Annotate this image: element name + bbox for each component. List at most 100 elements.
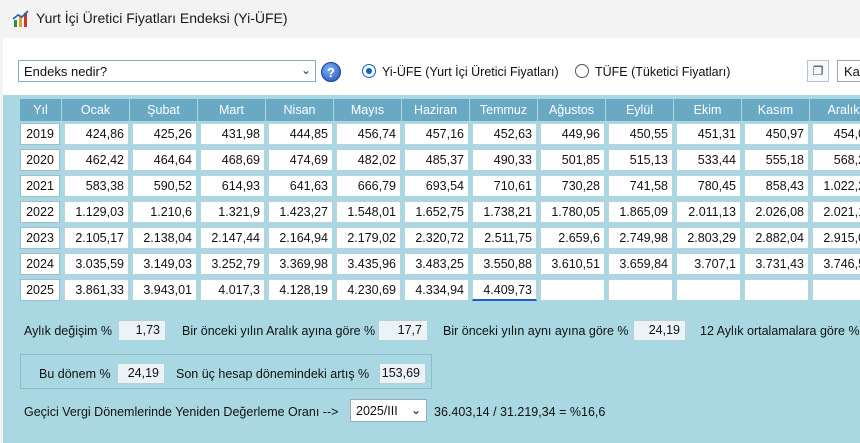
value-cell[interactable]: 1.210,6: [132, 201, 197, 223]
value-cell[interactable]: 741,58: [608, 175, 673, 197]
value-cell[interactable]: 2.026,08: [744, 201, 809, 223]
value-cell[interactable]: 464,64: [132, 149, 197, 171]
value-cell[interactable]: 858,43: [744, 175, 809, 197]
value-cell[interactable]: 474,69: [268, 149, 333, 171]
value-cell[interactable]: 3.550,88: [472, 253, 537, 275]
radio-yi-ufe-label[interactable]: Yi-ÜFE (Yurt İçi Üretici Fiyatları): [382, 65, 559, 79]
value-cell[interactable]: 2.915,02: [812, 227, 860, 249]
value-cell[interactable]: 730,28: [540, 175, 605, 197]
value-cell[interactable]: 449,96: [540, 123, 605, 145]
value-cell[interactable]: 4.409,73: [472, 279, 537, 301]
value-cell[interactable]: 780,45: [676, 175, 741, 197]
value-cell[interactable]: 2.105,17: [64, 227, 129, 249]
value-cell[interactable]: 3.483,25: [404, 253, 469, 275]
value-cell[interactable]: 2.749,98: [608, 227, 673, 249]
value-cell[interactable]: 454,08: [812, 123, 860, 145]
value-cell[interactable]: 490,33: [472, 149, 537, 171]
value-cell[interactable]: 4.128,19: [268, 279, 333, 301]
value-cell[interactable]: 456,74: [336, 123, 401, 145]
value-cell[interactable]: 444,85: [268, 123, 333, 145]
column-header[interactable]: Mart: [198, 99, 266, 121]
value-cell[interactable]: 4.017,3: [200, 279, 265, 301]
value-cell[interactable]: 485,37: [404, 149, 469, 171]
value-cell[interactable]: 3.731,43: [744, 253, 809, 275]
value-cell[interactable]: 2.011,13: [676, 201, 741, 223]
value-cell[interactable]: 452,63: [472, 123, 537, 145]
value-cell[interactable]: 3.746,52: [812, 253, 860, 275]
value-cell[interactable]: 693,54: [404, 175, 469, 197]
year-cell[interactable]: 2023: [20, 227, 60, 249]
radio-yi-ufe[interactable]: [362, 64, 376, 78]
value-cell[interactable]: 1.738,21: [472, 201, 537, 223]
value-cell[interactable]: 3.035,59: [64, 253, 129, 275]
value-cell[interactable]: 451,31: [676, 123, 741, 145]
value-cell[interactable]: 2.659,6: [540, 227, 605, 249]
value-cell[interactable]: 4.334,94: [404, 279, 469, 301]
value-cell[interactable]: 1.780,05: [540, 201, 605, 223]
period-select[interactable]: 2025/III ⌄: [350, 399, 427, 422]
value-cell[interactable]: 515,13: [608, 149, 673, 171]
value-cell[interactable]: 1.321,9: [200, 201, 265, 223]
value-cell[interactable]: 583,38: [64, 175, 129, 197]
column-header[interactable]: Eylül: [606, 99, 674, 121]
value-cell[interactable]: 1.129,03: [64, 201, 129, 223]
value-cell[interactable]: [812, 279, 860, 301]
radio-tufe[interactable]: [575, 64, 589, 78]
value-cell[interactable]: 3.149,03: [132, 253, 197, 275]
value-cell[interactable]: [676, 279, 741, 301]
value-cell[interactable]: 2.164,94: [268, 227, 333, 249]
value-cell[interactable]: 614,93: [200, 175, 265, 197]
value-cell[interactable]: 3.861,33: [64, 279, 129, 301]
value-cell[interactable]: 2.320,72: [404, 227, 469, 249]
column-header[interactable]: Temmuz: [470, 99, 538, 121]
value-cell[interactable]: 568,27: [812, 149, 860, 171]
column-header[interactable]: Ocak: [62, 99, 130, 121]
year-cell[interactable]: 2020: [20, 149, 60, 171]
value-cell[interactable]: 1.548,01: [336, 201, 401, 223]
value-cell[interactable]: 590,52: [132, 175, 197, 197]
value-cell[interactable]: 4.230,69: [336, 279, 401, 301]
column-header[interactable]: Aralık: [810, 99, 860, 121]
column-header[interactable]: Ağustos: [538, 99, 606, 121]
column-header[interactable]: Ekim: [674, 99, 742, 121]
value-cell[interactable]: 462,42: [64, 149, 129, 171]
column-header[interactable]: Yıl: [20, 99, 62, 121]
value-cell[interactable]: 3.252,79: [200, 253, 265, 275]
value-cell[interactable]: 3.610,51: [540, 253, 605, 275]
value-cell[interactable]: [608, 279, 673, 301]
column-header[interactable]: Kasım: [742, 99, 810, 121]
value-cell[interactable]: 482,02: [336, 149, 401, 171]
value-cell[interactable]: 450,55: [608, 123, 673, 145]
value-cell[interactable]: 3.943,01: [132, 279, 197, 301]
value-cell[interactable]: 666,79: [336, 175, 401, 197]
value-cell[interactable]: 468,69: [200, 149, 265, 171]
value-cell[interactable]: 450,97: [744, 123, 809, 145]
value-cell[interactable]: 710,61: [472, 175, 537, 197]
value-cell[interactable]: 1.423,27: [268, 201, 333, 223]
value-cell[interactable]: 1.022,25: [812, 175, 860, 197]
value-cell[interactable]: 1.865,09: [608, 201, 673, 223]
value-cell[interactable]: 3.707,1: [676, 253, 741, 275]
value-cell[interactable]: 457,16: [404, 123, 469, 145]
value-cell[interactable]: 2.138,04: [132, 227, 197, 249]
cut-off-field[interactable]: Ka: [837, 60, 860, 82]
copy-icon[interactable]: ❐: [807, 60, 829, 82]
value-cell[interactable]: 424,86: [64, 123, 129, 145]
year-cell[interactable]: 2024: [20, 253, 60, 275]
value-cell[interactable]: [540, 279, 605, 301]
help-icon[interactable]: ?: [321, 62, 341, 82]
value-cell[interactable]: 2.021,19: [812, 201, 860, 223]
index-info-dropdown[interactable]: Endeks nedir? ⌄: [18, 60, 316, 82]
value-cell[interactable]: 555,18: [744, 149, 809, 171]
year-cell[interactable]: 2025: [20, 279, 60, 301]
year-cell[interactable]: 2021: [20, 175, 60, 197]
value-cell[interactable]: 533,44: [676, 149, 741, 171]
value-cell[interactable]: [744, 279, 809, 301]
value-cell[interactable]: 501,85: [540, 149, 605, 171]
year-cell[interactable]: 2019: [20, 123, 60, 145]
value-cell[interactable]: 1.652,75: [404, 201, 469, 223]
radio-tufe-label[interactable]: TÜFE (Tüketici Fiyatları): [595, 65, 730, 79]
column-header[interactable]: Haziran: [402, 99, 470, 121]
column-header[interactable]: Nisan: [266, 99, 334, 121]
value-cell[interactable]: 431,98: [200, 123, 265, 145]
